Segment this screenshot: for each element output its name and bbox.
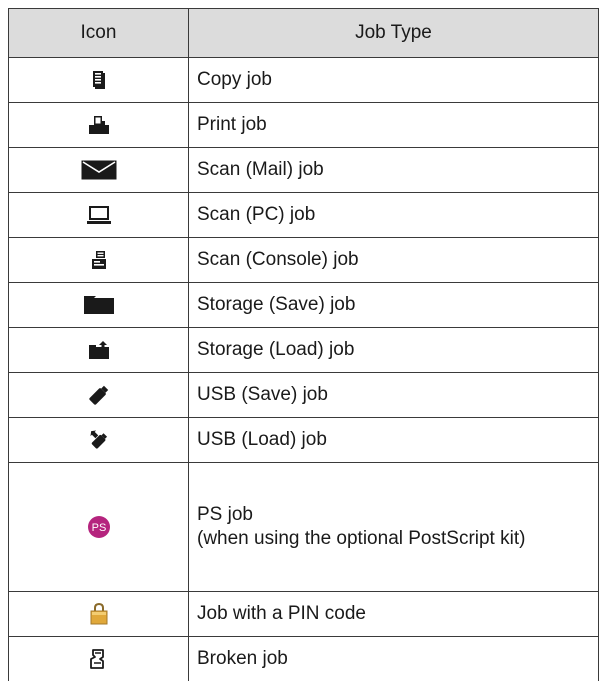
table-row: Storage (Load) job: [9, 328, 599, 373]
icon-cell: [9, 637, 189, 681]
folder-icon: [83, 295, 115, 315]
job-type-cell: Job with a PIN code: [189, 592, 599, 637]
icon-cell: PS: [9, 463, 189, 592]
icon-cell: [9, 58, 189, 103]
job-type-cell: Storage (Load) job: [189, 328, 599, 373]
job-type-label: Storage (Load) job: [197, 338, 590, 362]
job-type-label: Job with a PIN code: [197, 602, 590, 626]
icon-cell: [9, 193, 189, 238]
icon-cell: [9, 418, 189, 463]
table-row: Scan (Console) job: [9, 238, 599, 283]
job-type-cell: Scan (Mail) job: [189, 148, 599, 193]
table-row: Broken job: [9, 637, 599, 681]
icon-cell: [9, 238, 189, 283]
usb-save-icon: [88, 384, 110, 406]
table-row: Scan (PC) job: [9, 193, 599, 238]
mail-envelope-icon: [81, 160, 117, 180]
icon-cell: [9, 103, 189, 148]
job-type-cell: Print job: [189, 103, 599, 148]
job-type-label: Scan (Mail) job: [197, 158, 590, 182]
icon-cell: [9, 373, 189, 418]
copy-job-icon: [92, 70, 106, 90]
job-type-cell: Scan (Console) job: [189, 238, 599, 283]
table-row: Print job: [9, 103, 599, 148]
postscript-ps-icon: PS: [87, 515, 111, 539]
svg-text:PS: PS: [91, 522, 106, 534]
icon-cell: [9, 283, 189, 328]
usb-load-icon: [88, 429, 110, 451]
table-row: Storage (Save) job: [9, 283, 599, 328]
table-row: PS PS job (when using the optional PostS…: [9, 463, 599, 592]
job-type-label: Scan (PC) job: [197, 203, 590, 227]
job-type-cell: PS job (when using the optional PostScri…: [189, 463, 599, 592]
table-header-row: Icon Job Type: [9, 9, 599, 58]
scan-console-icon: [91, 250, 107, 270]
job-type-label: Copy job: [197, 68, 590, 92]
table-row: Scan (Mail) job: [9, 148, 599, 193]
icon-cell: [9, 148, 189, 193]
job-type-label: Print job: [197, 113, 590, 137]
icon-cell: [9, 328, 189, 373]
job-type-label: Scan (Console) job: [197, 248, 590, 272]
job-type-cell: Broken job: [189, 637, 599, 681]
laptop-pc-icon: [86, 205, 112, 225]
pin-lock-icon: [90, 603, 108, 625]
icon-column-header: Icon: [9, 9, 189, 58]
job-type-label: Storage (Save) job: [197, 293, 590, 317]
table-row: Job with a PIN code: [9, 592, 599, 637]
job-type-cell: USB (Load) job: [189, 418, 599, 463]
icon-cell: [9, 592, 189, 637]
job-type-label: USB (Load) job: [197, 428, 590, 452]
job-type-label: Broken job: [197, 647, 590, 671]
job-type-table: Icon Job Type: [8, 8, 599, 681]
table-row: USB (Load) job: [9, 418, 599, 463]
job-type-column-header: Job Type: [189, 9, 599, 58]
job-type-cell: Scan (PC) job: [189, 193, 599, 238]
job-type-cell: USB (Save) job: [189, 373, 599, 418]
job-type-label: USB (Save) job: [197, 383, 590, 407]
print-job-icon: [88, 115, 110, 135]
job-type-cell: Copy job: [189, 58, 599, 103]
job-type-label: PS job (when using the optional PostScri…: [197, 503, 590, 551]
folder-load-icon: [88, 340, 110, 360]
table-row: Copy job: [9, 58, 599, 103]
broken-job-icon: [89, 648, 109, 670]
table-row: USB (Save) job: [9, 373, 599, 418]
job-type-cell: Storage (Save) job: [189, 283, 599, 328]
